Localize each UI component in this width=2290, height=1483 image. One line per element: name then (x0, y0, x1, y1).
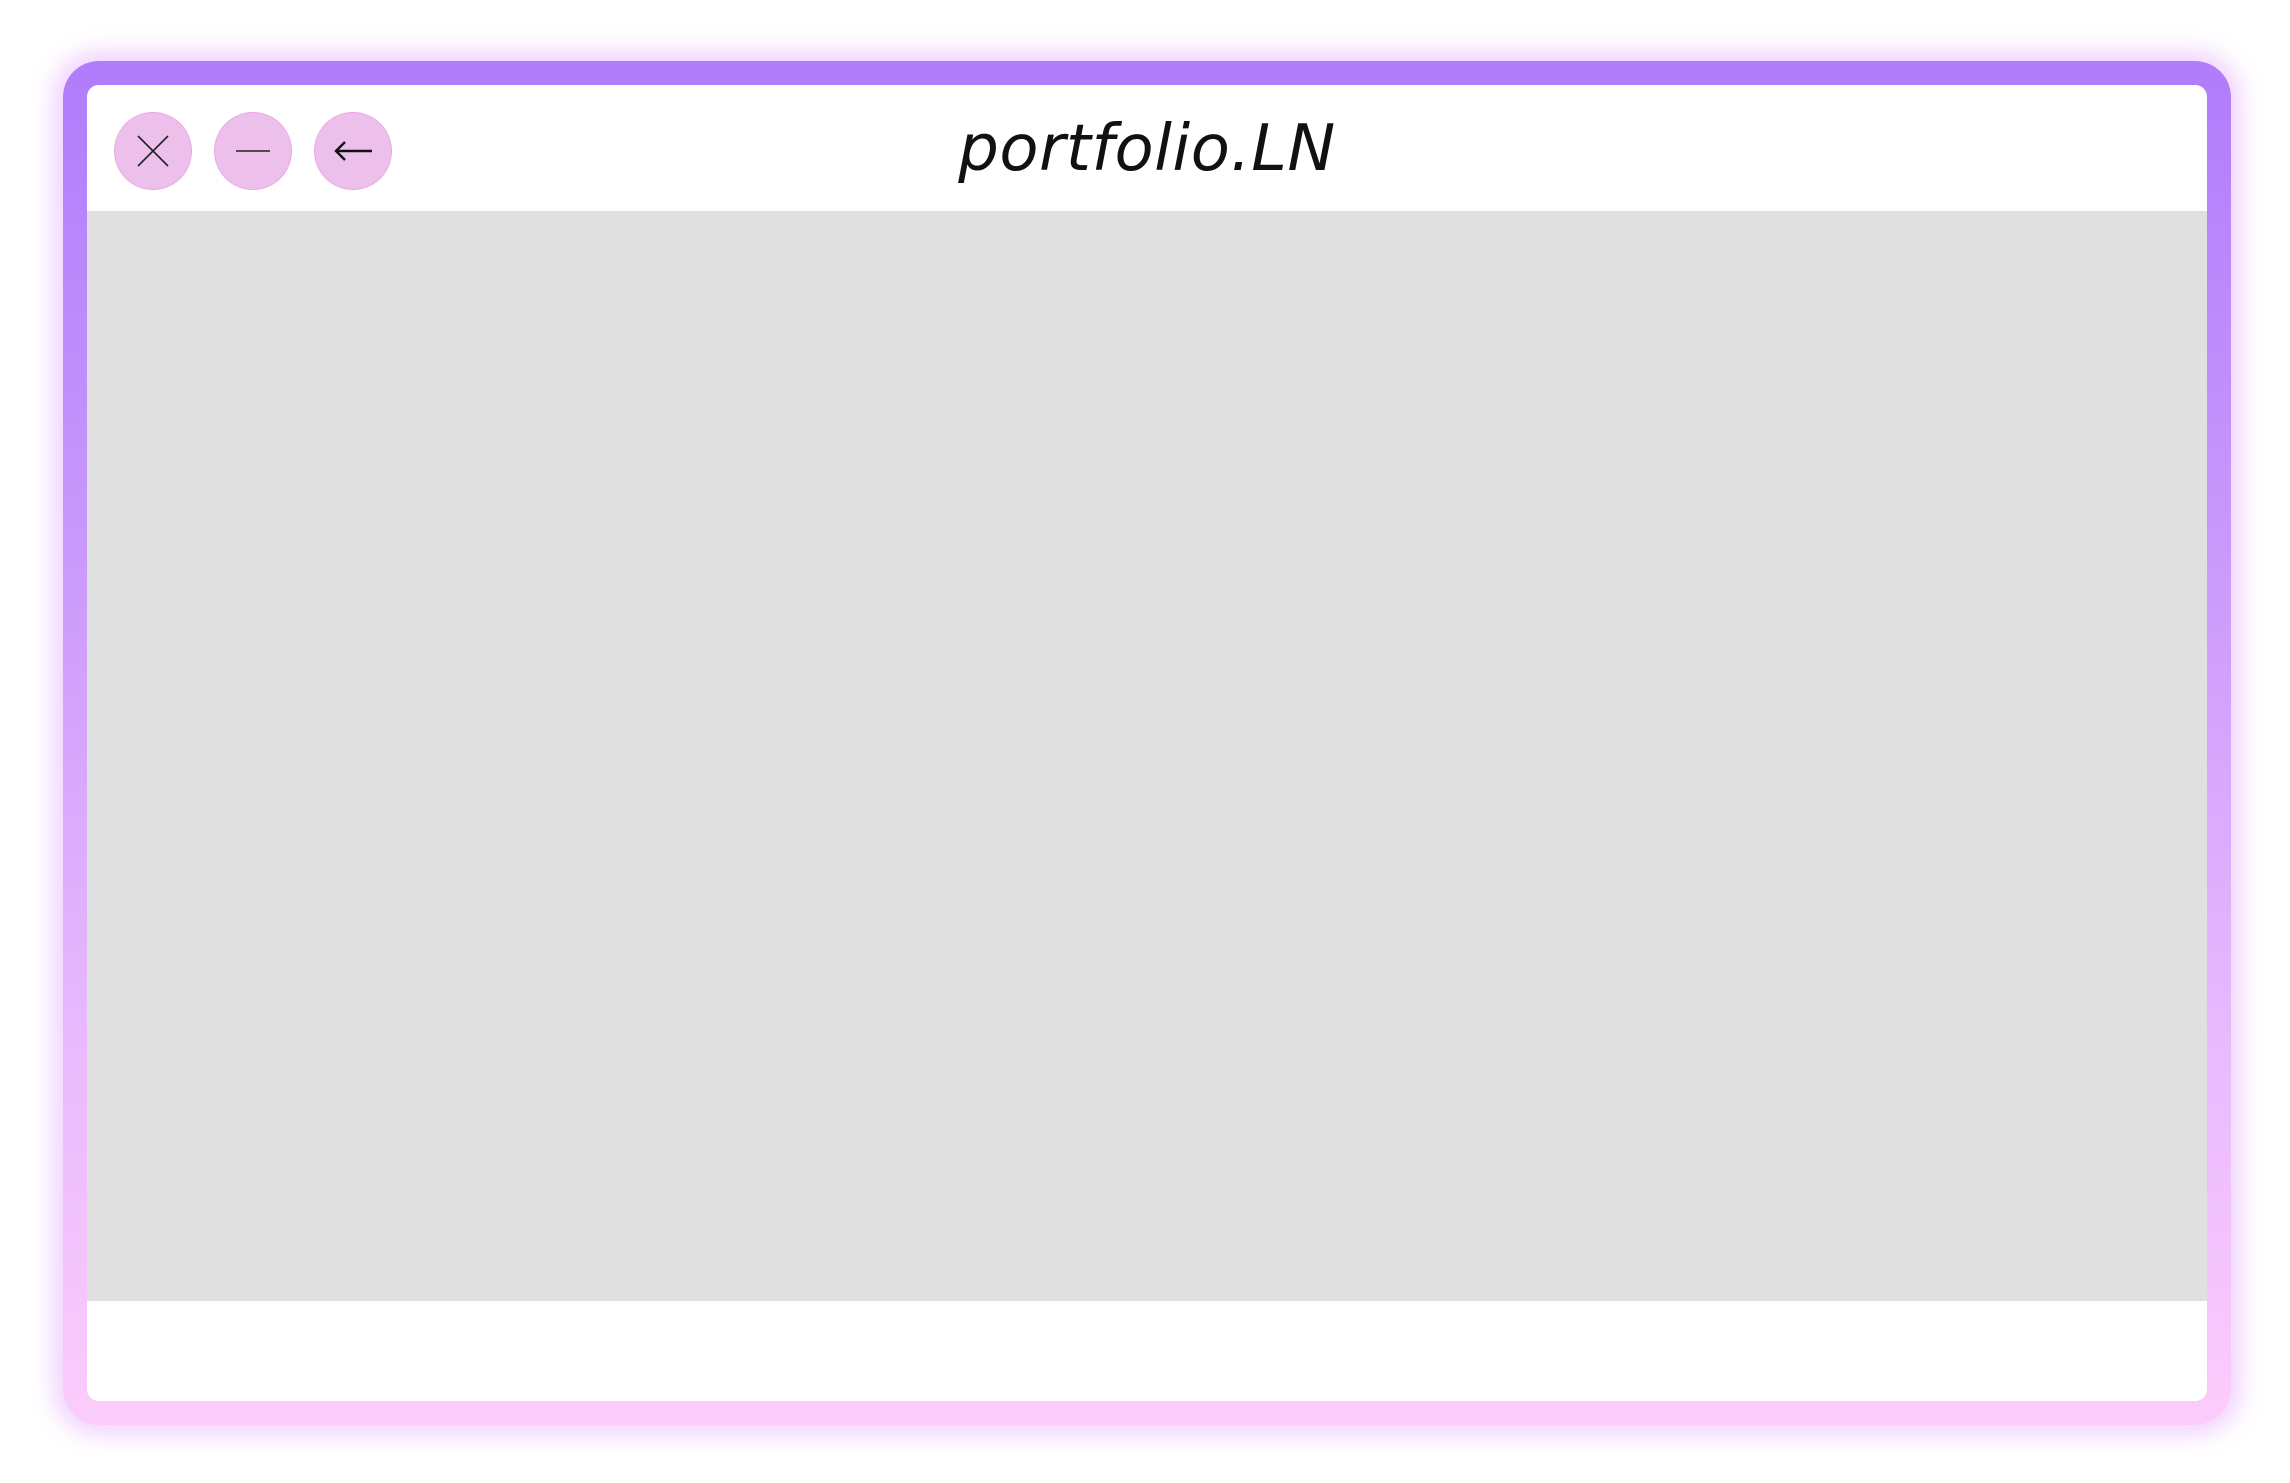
content-area (87, 211, 2207, 1301)
titlebar: portfolio.LN (87, 85, 2207, 211)
app-window: portfolio.LN (63, 61, 2231, 1425)
window-footer (87, 1301, 2207, 1401)
window-title: portfolio.LN (958, 112, 1336, 186)
window-body: portfolio.LN (87, 85, 2207, 1401)
